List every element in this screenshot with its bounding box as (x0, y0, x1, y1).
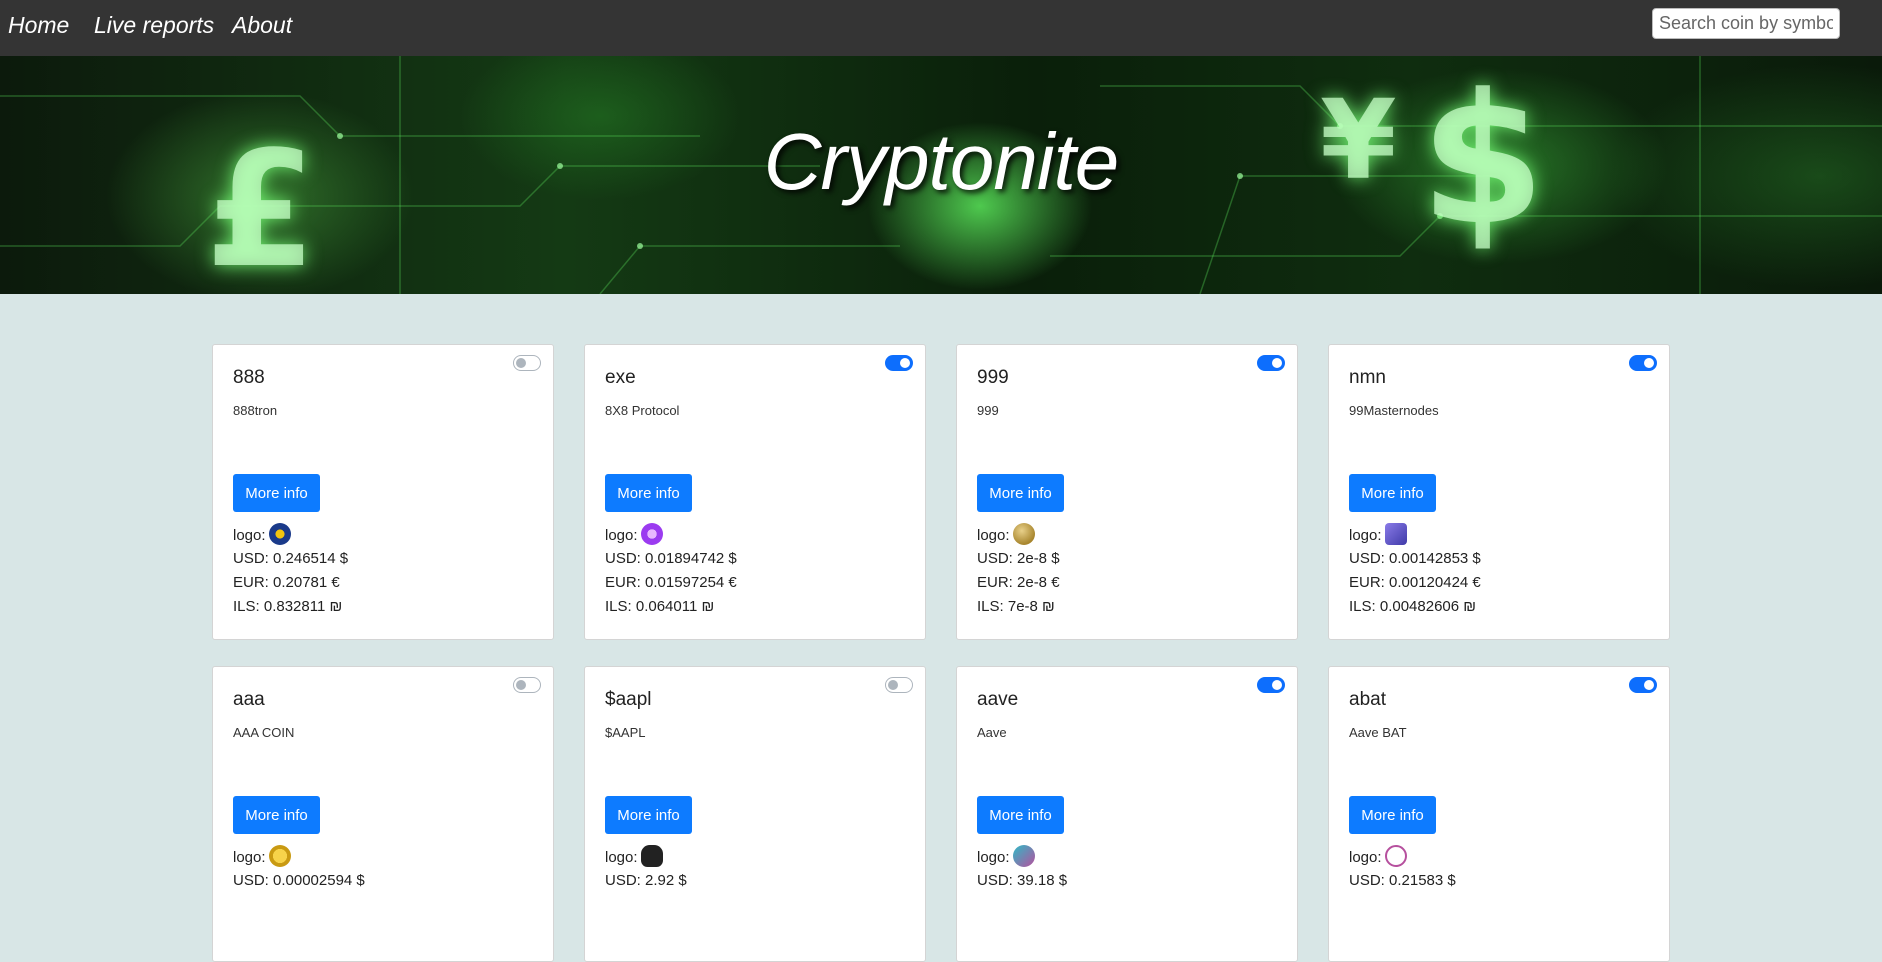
coin-symbol: 999 (977, 367, 1009, 388)
logo-label: logo: (233, 848, 266, 866)
coin-toggle-switch[interactable] (513, 355, 541, 371)
8x8-protocol-logo-icon (640, 523, 663, 545)
logo-label: logo: (605, 848, 638, 866)
coin-card: exe 8X8 Protocol More info logo: USD: 0.… (584, 344, 926, 640)
toggle-knob (900, 358, 910, 368)
coin-symbol: $aapl (605, 689, 652, 710)
coin-card: nmn 99Masternodes More info logo: USD: 0… (1328, 344, 1670, 640)
coin-name: Aave BAT (1349, 725, 1407, 740)
coin-toggle-switch[interactable] (1629, 677, 1657, 693)
more-info-button[interactable]: More info (977, 474, 1064, 512)
coin-card: $aapl $AAPL More info logo: USD: 2.92 $ (584, 666, 926, 962)
coin-ils-price: ILS: 0.00482606 ₪ (1349, 598, 1477, 615)
logo-label: logo: (605, 526, 638, 544)
more-info-button[interactable]: More info (977, 796, 1064, 834)
coin-ils-price: ILS: 0.064011 ₪ (605, 598, 715, 615)
aapl-logo-icon (640, 845, 663, 867)
coin-toggle-switch[interactable] (885, 677, 913, 693)
coin-card: 999 999 More info logo: USD: 2e-8 $ EUR:… (956, 344, 1298, 640)
coin-usd-price: USD: 0.01894742 $ (605, 550, 737, 567)
logo-label: logo: (233, 526, 266, 544)
coin-eur-price: EUR: 2e-8 € (977, 574, 1060, 591)
coin-eur-price: EUR: 0.20781 € (233, 574, 340, 591)
coin-toggle-switch[interactable] (1257, 677, 1285, 693)
more-info-button[interactable]: More info (233, 796, 320, 834)
coin-card: aaa AAA COIN More info logo: USD: 0.0000… (212, 666, 554, 962)
coin-card: aave Aave More info logo: USD: 39.18 $ (956, 666, 1298, 962)
coin-usd-price: USD: 0.00142853 $ (1349, 550, 1481, 567)
more-info-button[interactable]: More info (605, 474, 692, 512)
888tron-logo-icon (268, 523, 291, 545)
coin-name: 999 (977, 403, 999, 418)
logo-label: logo: (977, 526, 1010, 544)
coin-name: $AAPL (605, 725, 646, 740)
coin-usd-price: USD: 2e-8 $ (977, 550, 1060, 567)
99masternodes-logo-icon (1384, 523, 1407, 545)
coin-symbol: aaa (233, 689, 265, 710)
toggle-knob (516, 358, 526, 368)
hero-banner: £ ¥ $ Cryptonite (0, 56, 1882, 294)
coin-logo-row: logo: (233, 523, 291, 547)
coin-logo-row: logo: (233, 845, 291, 869)
more-info-button[interactable]: More info (233, 474, 320, 512)
coin-eur-price: EUR: 0.01597254 € (605, 574, 737, 591)
coin-toggle-switch[interactable] (885, 355, 913, 371)
toggle-knob (888, 680, 898, 690)
coin-usd-price: USD: 2.92 $ (605, 872, 687, 889)
coin-symbol: 888 (233, 367, 265, 388)
toggle-knob (1644, 358, 1654, 368)
coin-eur-price: EUR: 0.00120424 € (1349, 574, 1481, 591)
toggle-knob (516, 680, 526, 690)
nav-live-reports-link[interactable]: Live reports (94, 12, 214, 39)
coin-usd-price: USD: 39.18 $ (977, 872, 1068, 889)
coin-usd-price: USD: 0.00002594 $ (233, 872, 365, 889)
coin-logo-row: logo: (605, 845, 663, 869)
navbar: Home Live reports About (0, 0, 1882, 56)
more-info-button[interactable]: More info (1349, 796, 1436, 834)
coin-toggle-switch[interactable] (513, 677, 541, 693)
more-info-button[interactable]: More info (1349, 474, 1436, 512)
coin-usd-price: USD: 0.21583 $ (1349, 872, 1456, 889)
coin-name: 99Masternodes (1349, 403, 1439, 418)
logo-label: logo: (1349, 848, 1382, 866)
coin-card: 888 888tron More info logo: USD: 0.24651… (212, 344, 554, 640)
coin-symbol: nmn (1349, 367, 1386, 388)
aave-logo-icon (1012, 845, 1035, 867)
coin-ils-price: ILS: 7e-8 ₪ (977, 598, 1055, 615)
coin-logo-row: logo: (977, 523, 1035, 547)
coin-logo-row: logo: (977, 845, 1035, 869)
coin-ils-price: ILS: 0.832811 ₪ (233, 598, 343, 615)
coin-logo-row: logo: (1349, 523, 1407, 547)
aave-bat-logo-icon (1384, 845, 1407, 867)
coin-card: abat Aave BAT More info logo: USD: 0.215… (1328, 666, 1670, 962)
coin-logo-row: logo: (1349, 845, 1407, 869)
toggle-knob (1272, 680, 1282, 690)
coin-symbol: abat (1349, 689, 1386, 710)
hero-title: Cryptonite (763, 117, 1120, 206)
coin-symbol: aave (977, 689, 1019, 710)
logo-label: logo: (1349, 526, 1382, 544)
more-info-button[interactable]: More info (605, 796, 692, 834)
coin-name: 8X8 Protocol (605, 403, 680, 418)
aaa-coin-logo-icon (268, 845, 291, 867)
toggle-knob (1272, 358, 1282, 368)
coin-name: AAA COIN (233, 725, 295, 740)
coin-name: Aave (977, 725, 1007, 740)
coin-symbol: exe (605, 367, 636, 388)
coin-usd-price: USD: 0.246514 $ (233, 550, 349, 567)
999-logo-icon (1012, 523, 1035, 545)
nav-about-link[interactable]: About (232, 12, 292, 39)
logo-label: logo: (977, 848, 1010, 866)
nav-home-link[interactable]: Home (8, 12, 69, 39)
toggle-knob (1644, 680, 1654, 690)
coin-logo-row: logo: (605, 523, 663, 547)
coin-toggle-switch[interactable] (1257, 355, 1285, 371)
coin-name: 888tron (233, 403, 278, 418)
search-input[interactable] (1652, 8, 1840, 39)
coin-toggle-switch[interactable] (1629, 355, 1657, 371)
